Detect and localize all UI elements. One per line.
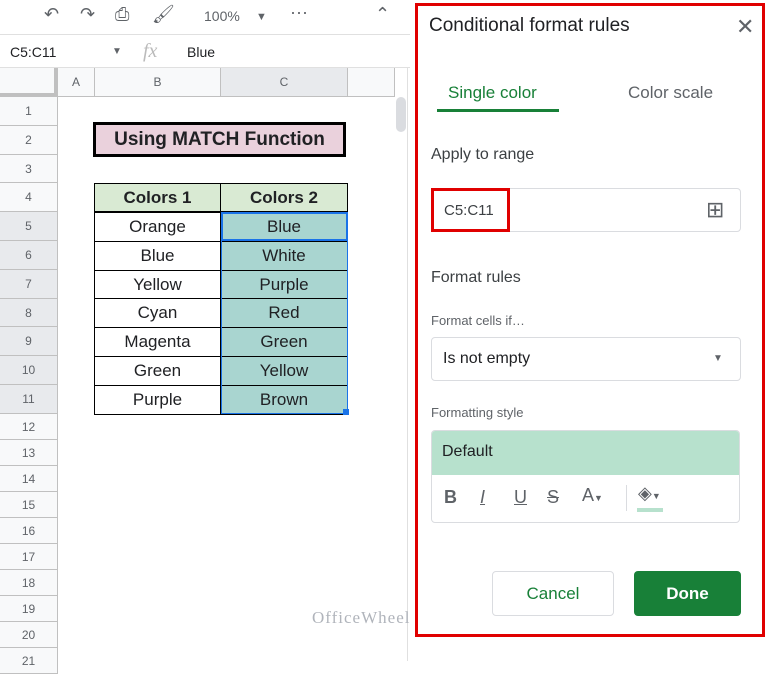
name-box[interactable]: C5:C11 xyxy=(10,44,56,60)
data-cell[interactable]: Yellow xyxy=(94,269,221,300)
row-header[interactable]: 12 xyxy=(0,413,58,440)
row-header[interactable]: 4 xyxy=(0,183,58,213)
row-header[interactable]: 5 xyxy=(0,212,58,241)
row-header[interactable]: 2 xyxy=(0,125,58,155)
row-header[interactable]: 19 xyxy=(0,595,58,622)
data-cell[interactable]: Orange xyxy=(94,212,221,242)
italic-icon[interactable]: I xyxy=(480,487,485,508)
paint-format-icon[interactable]: 🖌 xyxy=(152,4,175,25)
more-icon[interactable]: ··· xyxy=(290,2,308,23)
header-cell[interactable]: Colors 1 xyxy=(94,183,221,212)
row-header[interactable]: 8 xyxy=(0,298,58,328)
close-icon[interactable]: ✕ xyxy=(736,14,754,40)
divider xyxy=(407,68,408,661)
chevron-down-icon: ▼ xyxy=(713,353,723,364)
row-header[interactable]: 6 xyxy=(0,241,58,270)
scrollbar[interactable] xyxy=(396,97,406,132)
underline-icon[interactable]: U xyxy=(514,487,527,508)
data-cell[interactable]: Cyan xyxy=(94,298,221,329)
column-header-c[interactable]: C xyxy=(221,68,348,97)
style-preview[interactable]: Default xyxy=(432,431,739,475)
print-icon[interactable]: ⎙ xyxy=(115,4,129,25)
range-value: C5:C11 xyxy=(444,202,494,219)
format-rules-heading: Format rules xyxy=(431,269,521,286)
toolbar: ↶ ↷ ⎙ 🖌 100% ▼ ··· ⌃ xyxy=(0,0,410,35)
sheet-title-cell[interactable]: Using MATCH Function xyxy=(93,122,346,157)
formatting-style-label: Formatting style xyxy=(431,405,524,420)
row-header[interactable]: 10 xyxy=(0,356,58,385)
data-cell[interactable]: Purple xyxy=(94,384,221,415)
formula-bar: C5:C11 ▼ fx Blue xyxy=(0,35,410,68)
row-header[interactable]: 17 xyxy=(0,543,58,570)
row-header[interactable]: 1 xyxy=(0,97,58,126)
grid-select-icon[interactable]: ⊞ xyxy=(706,197,724,223)
apply-range-label: Apply to range xyxy=(431,146,535,163)
data-cell[interactable]: Blue xyxy=(94,240,221,271)
row-header[interactable]: 20 xyxy=(0,621,58,648)
row-header[interactable]: 11 xyxy=(0,385,58,414)
row-header[interactable]: 9 xyxy=(0,327,58,357)
row-header[interactable]: 7 xyxy=(0,269,58,299)
bold-icon[interactable]: B xyxy=(444,487,457,508)
format-cells-label: Format cells if… xyxy=(431,313,525,328)
fill-color-icon[interactable]: ◈▼ xyxy=(638,483,661,504)
strikethrough-icon[interactable]: S xyxy=(547,487,559,508)
panel-title: Conditional format rules xyxy=(429,15,630,36)
range-input[interactable]: C5:C11 ⊞ xyxy=(431,188,741,232)
select-all[interactable] xyxy=(0,68,58,97)
undo-icon[interactable]: ↶ xyxy=(44,4,59,25)
selection-outline xyxy=(221,212,348,414)
header-cell[interactable]: Colors 2 xyxy=(220,183,348,212)
row-header[interactable]: 3 xyxy=(0,154,58,184)
data-cell[interactable]: Magenta xyxy=(94,327,221,357)
formula-input[interactable]: Blue xyxy=(187,44,215,60)
row-header[interactable]: 16 xyxy=(0,517,58,544)
collapse-icon[interactable]: ⌃ xyxy=(375,4,390,25)
tab-single-color[interactable]: Single color xyxy=(448,83,537,103)
tab-color-scale[interactable]: Color scale xyxy=(628,83,713,103)
fill-color-swatch xyxy=(637,508,663,512)
redo-icon[interactable]: ↷ xyxy=(80,4,95,25)
zoom-select[interactable]: 100% xyxy=(204,8,240,24)
chevron-down-icon[interactable]: ▼ xyxy=(256,11,267,23)
row-header[interactable]: 14 xyxy=(0,465,58,492)
row-header[interactable]: 15 xyxy=(0,491,58,518)
conditional-format-panel: Conditional format rules ✕ Single color … xyxy=(415,3,765,637)
column-header-d[interactable] xyxy=(348,68,395,97)
formatting-style-box: Default B I U S A▼ ◈▼ xyxy=(431,430,740,523)
chevron-down-icon[interactable]: ▼ xyxy=(112,46,122,57)
divider xyxy=(626,485,627,511)
fill-handle[interactable] xyxy=(343,409,349,415)
column-header-a[interactable]: A xyxy=(58,68,95,97)
data-cell[interactable]: Green xyxy=(94,356,221,386)
watermark: OfficeWheel xyxy=(312,608,411,627)
row-header[interactable]: 18 xyxy=(0,569,58,596)
column-header-b[interactable]: B xyxy=(95,68,221,97)
done-button[interactable]: Done xyxy=(634,571,741,616)
row-header[interactable]: 13 xyxy=(0,439,58,466)
condition-value: Is not empty xyxy=(443,350,531,367)
text-color-icon[interactable]: A▼ xyxy=(582,485,603,506)
condition-select[interactable]: Is not empty ▼ xyxy=(431,337,741,381)
fx-icon: fx xyxy=(143,40,158,62)
cancel-button[interactable]: Cancel xyxy=(492,571,614,616)
tab-indicator xyxy=(437,109,559,112)
